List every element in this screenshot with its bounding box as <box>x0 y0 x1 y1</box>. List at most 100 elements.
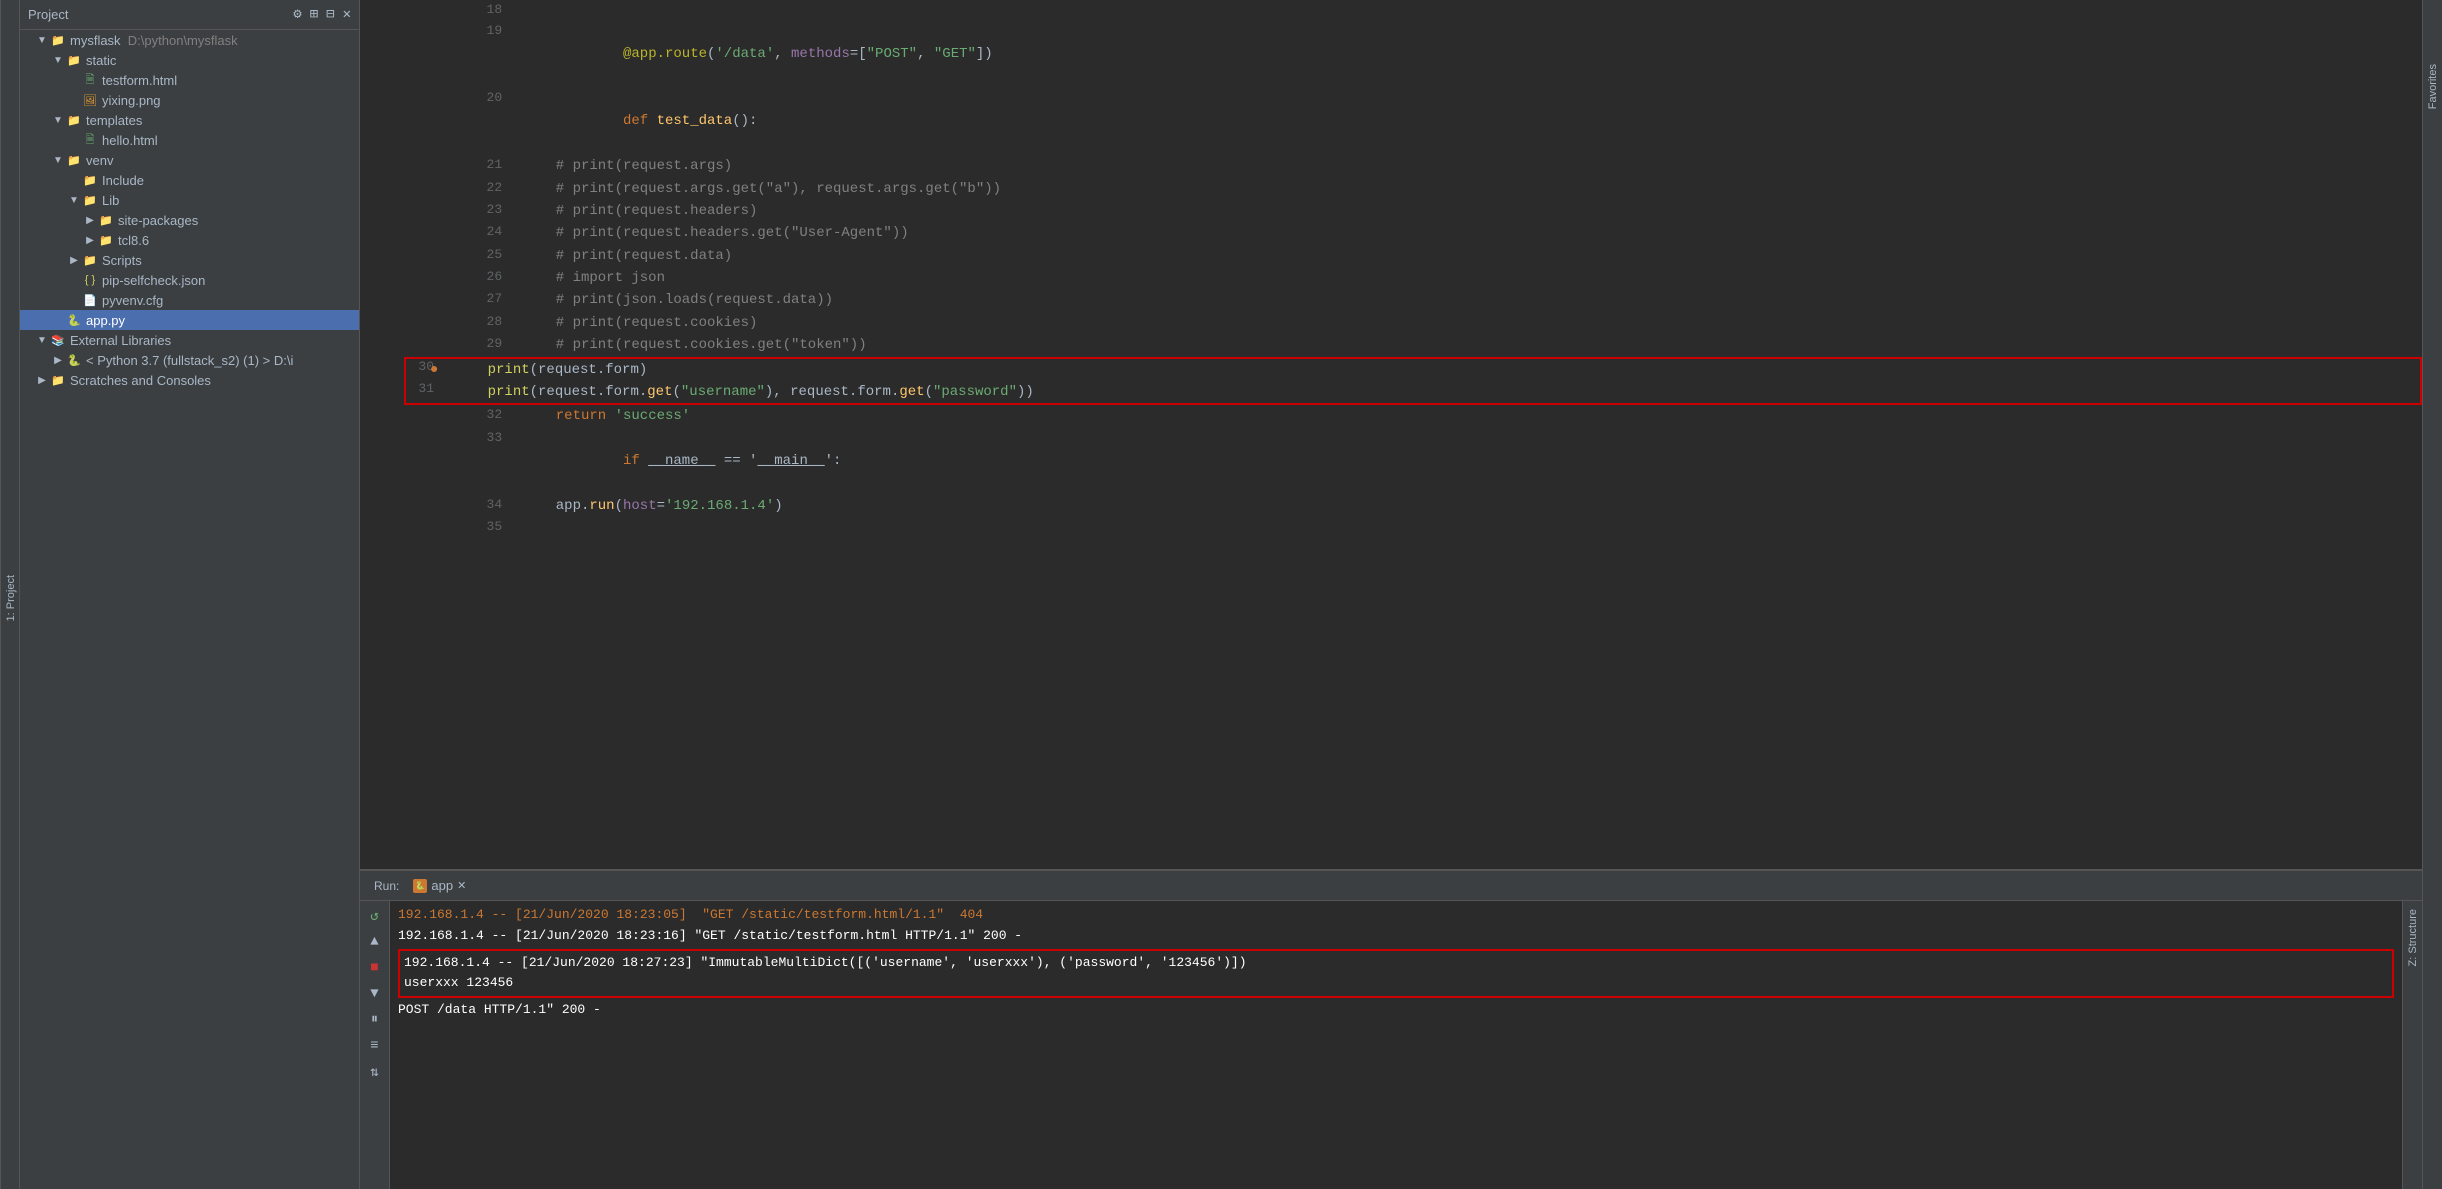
funcname-20: test_data <box>657 113 733 129</box>
file-icon-apppy: 🐍 <box>66 312 82 328</box>
arrow-static: ▼ <box>52 55 64 66</box>
tree-item-pip-selfcheck[interactable]: { } pip-selfcheck.json <box>20 270 359 290</box>
line-content-30: print(request.form) <box>446 359 655 381</box>
tree-item-python37[interactable]: ▶ 🐍 < Python 3.7 (fullstack_s2) (1) > D:… <box>20 350 359 370</box>
project-tab[interactable]: 1: Project <box>0 0 20 1189</box>
sidebar-expand-icon[interactable]: ⊞ <box>310 6 318 23</box>
sidebar-collapse-icon[interactable]: ⊟ <box>326 6 334 23</box>
run-output-button[interactable]: ≡ <box>364 1035 386 1057</box>
line-num-19: 19 <box>360 21 514 88</box>
project-tab-label[interactable]: 1: Project <box>3 567 19 629</box>
tree-item-mysflask[interactable]: ▼ 📁 mysflask D:\python\mysflask <box>20 30 359 50</box>
folder-icon-lib: 📁 <box>82 192 98 208</box>
app-tab-close[interactable]: ✕ <box>457 879 466 892</box>
line-content-35 <box>514 517 2422 538</box>
tree-label-python37: < Python 3.7 (fullstack_s2) (1) > D:\i <box>86 353 293 368</box>
tree-item-site-packages[interactable]: ▶ 📁 site-packages <box>20 210 359 230</box>
code-editor[interactable]: 18 19 @app.route('/data', methods=["POST… <box>360 0 2422 869</box>
file-icon-hello: 🗎 <box>82 132 98 148</box>
line-25: 25 # print(request.data) <box>360 245 2422 267</box>
close-19: ]) <box>976 46 993 62</box>
line-content-25: # print(request.data) <box>514 245 2422 267</box>
arrow-hello <box>68 135 80 146</box>
folder-icon-static: 📁 <box>66 52 82 68</box>
tree-label-mysflask: mysflask D:\python\mysflask <box>70 33 238 48</box>
run-pause-button[interactable]: ⏸ <box>364 1009 386 1031</box>
tree-label-scripts: Scripts <box>102 253 142 268</box>
tree-item-hello[interactable]: 🗎 hello.html <box>20 130 359 150</box>
arrow-venv: ▼ <box>52 155 64 166</box>
line-num-22: 22 <box>360 178 514 200</box>
tree-item-include[interactable]: 📁 Include <box>20 170 359 190</box>
run-scroll-up-button[interactable]: ▲ <box>364 931 386 953</box>
file-icon-testform: 🗎 <box>82 72 98 88</box>
line-num-31: 31 <box>406 381 446 396</box>
tree-item-testform[interactable]: 🗎 testform.html <box>20 70 359 90</box>
methods-19: methods <box>791 46 850 62</box>
sidebar-settings-icon[interactable]: ⚙ <box>293 6 301 23</box>
favorites-tab-label[interactable]: Favorites <box>2425 60 2441 113</box>
bottom-panel: Run: 🐍 app ✕ ↺ ▲ ■ ▼ ⏸ ≡ ⇅ 192.168.1.4 -… <box>360 869 2422 1189</box>
gutter-marker-30: ● <box>430 362 438 378</box>
line-content-28: # print(request.cookies) <box>514 312 2422 334</box>
tree-item-scripts[interactable]: ▶ 📁 Scripts <box>20 250 359 270</box>
app-tab[interactable]: 🐍 app ✕ <box>413 878 466 893</box>
def-20: def <box>623 113 657 129</box>
folder-icon-venv: 📁 <box>66 152 82 168</box>
sidebar-close-icon[interactable]: ✕ <box>343 6 351 23</box>
run-rerun-button[interactable]: ↺ <box>364 905 386 927</box>
line-content-29: # print(request.cookies.get("token")) <box>514 334 2422 356</box>
tree-item-lib[interactable]: ▼ 📁 Lib <box>20 190 359 210</box>
console-line-1: 192.168.1.4 -- [21/Jun/2020 18:23:05] "G… <box>398 905 2394 926</box>
run-toolbar: ↺ ▲ ■ ▼ ⏸ ≡ ⇅ <box>360 901 390 1189</box>
tree-item-venv[interactable]: ▼ 📁 venv <box>20 150 359 170</box>
line-content-23: # print(request.headers) <box>514 200 2422 222</box>
line-content-31: print(request.form.get("username"), requ… <box>446 381 1042 403</box>
line-content-31-wrapper: print(request.form.get("username"), requ… <box>446 381 1042 403</box>
tree-label-pyvenv: pyvenv.cfg <box>102 293 163 308</box>
folder-icon-scripts: 📁 <box>82 252 98 268</box>
tree-item-apppy[interactable]: 🐍 app.py <box>20 310 359 330</box>
structure-tab[interactable]: Z: Structure <box>2402 901 2422 1189</box>
line-content-21: # print(request.args) <box>514 155 2422 177</box>
str-19: '/data' <box>715 46 774 62</box>
folder-icon-site-packages: 📁 <box>98 212 114 228</box>
line-34: 34 app.run(host='192.168.1.4') <box>360 495 2422 517</box>
tree-item-static[interactable]: ▼ 📁 static <box>20 50 359 70</box>
line-num-33: 33 <box>360 428 514 495</box>
line-content-22: # print(request.args.get("a"), request.a… <box>514 178 2422 200</box>
line-content-24: # print(request.headers.get("User-Agent"… <box>514 222 2422 244</box>
arrow-external-libs: ▼ <box>36 335 48 346</box>
folder-icon-scratches: 📁 <box>50 372 66 388</box>
line-27: 27 # print(json.loads(request.data)) <box>360 289 2422 311</box>
decorator-19: @app.route <box>623 46 707 62</box>
tree-item-external-libs[interactable]: ▼ 📚 External Libraries <box>20 330 359 350</box>
right-panel-tabs: Favorites <box>2422 0 2442 1189</box>
tree-label-testform: testform.html <box>102 73 177 88</box>
structure-tab-label[interactable]: Z: Structure <box>2407 909 2419 966</box>
arrow-apppy <box>52 315 64 326</box>
tree-item-scratches[interactable]: ▶ 📁 Scratches and Consoles <box>20 370 359 390</box>
project-header-label: Project <box>28 7 68 22</box>
tree-item-pyvenv[interactable]: 📄 pyvenv.cfg <box>20 290 359 310</box>
tree-item-yixing[interactable]: 🖼 yixing.png <box>20 90 359 110</box>
line-num-24: 24 <box>360 222 514 244</box>
project-sidebar: Project ⚙ ⊞ ⊟ ✕ ▼ 📁 mysflask D:\python\m… <box>20 0 360 1189</box>
arrow-pip-selfcheck <box>68 275 80 286</box>
run-scroll-down-button[interactable]: ▼ <box>364 983 386 1005</box>
line-num-35: 35 <box>360 517 514 538</box>
line-20: 20 def test_data(): <box>360 88 2422 155</box>
run-pin-button[interactable]: ⇅ <box>364 1061 386 1083</box>
line-30: 30 ● print(request.form) <box>406 359 2420 381</box>
line-num-18: 18 <box>360 0 514 21</box>
run-stop-button[interactable]: ■ <box>364 957 386 979</box>
app-tab-label: app <box>431 878 453 893</box>
line-content-27: # print(json.loads(request.data)) <box>514 289 2422 311</box>
red-box-cell: 30 ● print(request.form) 31 <box>360 357 2422 406</box>
tree-item-templates[interactable]: ▼ 📁 templates <box>20 110 359 130</box>
tree-item-tcl86[interactable]: ▶ 📁 tcl8.6 <box>20 230 359 250</box>
tree-label-static: static <box>86 53 116 68</box>
line-26: 26 # import json <box>360 267 2422 289</box>
run-section: ↺ ▲ ■ ▼ ⏸ ≡ ⇅ 192.168.1.4 -- [21/Jun/202… <box>360 901 2422 1189</box>
tree-label-templates: templates <box>86 113 142 128</box>
